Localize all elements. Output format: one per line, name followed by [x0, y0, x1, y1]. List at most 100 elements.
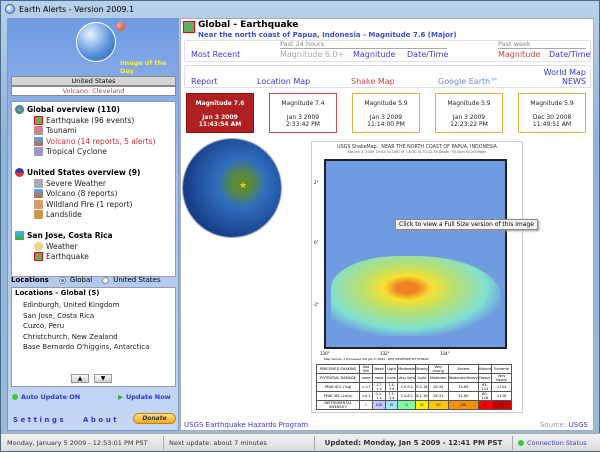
- connection-status[interactable]: Connection Status: [513, 439, 587, 447]
- list-item-landslide[interactable]: Landslide: [15, 210, 172, 221]
- donate-button[interactable]: Donate: [133, 413, 176, 424]
- alert-dot-icon: [116, 22, 125, 31]
- intensity-cell: VIII: [447, 400, 479, 410]
- intensity-cell: IX: [477, 400, 493, 410]
- region-header: United States: [11, 76, 176, 86]
- us-overview-header[interactable]: United States overview (9): [15, 167, 172, 178]
- intensity-cell: 60-116: [477, 391, 493, 401]
- intensity-cell: II-III: [372, 400, 386, 410]
- window-title: Earth Alerts - Version 2009.1: [19, 4, 135, 14]
- filter-panel: Most Recent Past 24 hours Magnitude 6.0+…: [184, 40, 591, 62]
- list-item-wildland-fire[interactable]: Wildland Fire (1 report): [15, 199, 172, 210]
- intensity-cell: 3.9-9.2: [397, 382, 417, 392]
- location-item[interactable]: Christchurch, New Zealand: [15, 332, 172, 343]
- list-item-volcano[interactable]: Volcano (14 reports, 5 alerts): [15, 136, 172, 147]
- shakemap-info: Sat Jan 3, 2009 19:43:54 GMT M 7.6 S0.51…: [347, 150, 487, 154]
- list-item-us-volcano[interactable]: Volcano (8 reports): [15, 189, 172, 200]
- status-bar: Monday, January 5 2009 - 12:53:01 PM PST…: [1, 433, 600, 451]
- clock-text: Monday, January 5 2009 - 12:53:01 PM PST: [7, 438, 148, 447]
- intensity-cell: Light: [415, 373, 429, 383]
- list-item-weather[interactable]: Weather: [15, 241, 172, 252]
- cyclone-icon: [34, 147, 43, 157]
- list-item-local-earthquake[interactable]: Earthquake: [15, 252, 172, 263]
- list-item-earthquake[interactable]: Earthquake (96 events): [15, 115, 172, 126]
- intensity-cell: 34-65: [447, 382, 479, 392]
- intensity-cell: I: [359, 400, 374, 410]
- quake-card[interactable]: Magnitude 7.4 Jan 3 2009 2:33:42 PM: [269, 93, 337, 133]
- shake-map-link[interactable]: Shake Map: [351, 77, 395, 86]
- move-down-button[interactable]: ▼: [94, 374, 112, 383]
- google-earth-link[interactable]: Google Earth™: [438, 77, 498, 86]
- location-item[interactable]: Cuzco, Peru: [15, 321, 172, 332]
- locations-scope: Locations Global United States: [11, 276, 161, 284]
- intensity-row-label: PEAK VEL.(cm/s): [315, 391, 361, 401]
- featured-alert[interactable]: Volcano: Cleveland: [11, 86, 176, 96]
- local-header[interactable]: San Jose, Costa Rica: [15, 230, 172, 241]
- landslide-icon: [34, 210, 43, 220]
- location-globe[interactable]: ★: [183, 139, 281, 237]
- location-map-link[interactable]: Location Map: [257, 77, 310, 86]
- intensity-cell: X+: [491, 400, 512, 410]
- global-overview-header[interactable]: Global overview (110): [15, 104, 172, 115]
- intensity-cell: >124: [491, 382, 512, 392]
- volcano-icon: [34, 189, 43, 199]
- image-of-day-link[interactable]: Image of the Day: [120, 59, 178, 75]
- updated-text: Updated: Monday, Jan 5 2009 - 12:41 PM P…: [324, 438, 503, 447]
- intensity-cell: Very Heavy: [491, 373, 512, 383]
- usgs-hazards-link[interactable]: USGS Earthquake Hazards Program: [184, 421, 308, 429]
- intensity-cell: 0.1-1.1: [372, 391, 386, 401]
- intensity-cell: .17-1.4: [372, 382, 386, 392]
- intensity-cell: VII: [427, 400, 449, 410]
- radio-united-states[interactable]: [102, 276, 110, 284]
- volcano-icon: [34, 136, 43, 146]
- past-24-hours-label: Past 24 hours: [280, 40, 447, 49]
- auto-update-toggle[interactable]: Auto Update ON: [12, 393, 80, 401]
- shakemap-image[interactable]: USGS ShakeMap : NEAR THE NORTH COAST OF …: [311, 141, 523, 413]
- earthquake-icon: [34, 252, 43, 262]
- location-item[interactable]: Edinburgh, United Kingdom: [15, 300, 172, 311]
- about-button[interactable]: About: [83, 416, 119, 424]
- intensity-scale-table: PERCEIVED SHAKING Not felt Weak Light Modera…: [315, 364, 512, 410]
- intensity-cell: 9.2-18: [415, 382, 429, 392]
- news-link[interactable]: NEWS: [562, 77, 586, 86]
- settings-button[interactable]: Settings: [13, 416, 66, 424]
- source-usgs-link[interactable]: USGS: [569, 421, 588, 429]
- radio-global[interactable]: [58, 276, 66, 284]
- intensity-cell: <0.1: [359, 391, 374, 401]
- quake-card[interactable]: Magnitude 5.9 Dec 30 2008 11:49:51 AM: [518, 93, 586, 133]
- list-item-tropical-cyclone[interactable]: Tropical Cyclone: [15, 147, 172, 158]
- update-now-button[interactable]: ▶ Update Now: [118, 393, 171, 401]
- list-item-tsunami[interactable]: Tsunami: [15, 126, 172, 137]
- earthquake-icon: [183, 21, 195, 33]
- epicenter-star-icon: ★: [239, 181, 248, 191]
- intensity-cell: Extreme: [491, 364, 512, 374]
- week-datetime-link[interactable]: Date/Time: [549, 50, 590, 59]
- intensity-cell: none: [384, 373, 399, 383]
- intensity-cell: Moderate/Heavy: [447, 373, 479, 383]
- intensity-cell: VI: [415, 400, 429, 410]
- quake-card[interactable]: Magnitude 5.9 Jan 3 2009 12:23:22 PM: [435, 93, 503, 133]
- location-item[interactable]: San Jose, Costa Rica: [15, 311, 172, 322]
- list-item-severe-weather[interactable]: Severe Weather: [15, 178, 172, 189]
- week-magnitude-link[interactable]: Magnitude: [498, 50, 540, 59]
- quake-card[interactable]: Magnitude 5.9 Jan 3 2009 11:14:00 PM: [352, 93, 420, 133]
- intensity-cell: >116: [491, 391, 512, 401]
- past24-magnitude-link[interactable]: Magnitude: [353, 50, 395, 59]
- image-of-day-globe-icon[interactable]: [76, 22, 116, 62]
- move-up-button[interactable]: ▲: [71, 374, 89, 383]
- locations-list: Locations - Global (5) Edinburgh, United…: [11, 287, 176, 387]
- shake-intensity-land: [331, 256, 501, 336]
- most-recent-link[interactable]: Most Recent: [191, 50, 240, 59]
- location-item[interactable]: Base Bernardo O'higgins, Antarctica: [15, 342, 172, 353]
- intensity-cell: Heavy: [477, 373, 493, 383]
- quake-card-selected[interactable]: Magnitude 7.6 Jan 3 2009 11:43:54 AM: [186, 93, 254, 133]
- report-link[interactable]: Report: [191, 77, 218, 86]
- past24-datetime-link[interactable]: Date/Time: [407, 50, 448, 59]
- intensity-cell: IV: [384, 400, 399, 410]
- intensity-row: PERCEIVED SHAKING Not felt Weak Light Modera…: [315, 364, 512, 374]
- intensity-cell: Severe: [447, 364, 479, 374]
- intensity-cell: Very light: [397, 373, 417, 383]
- world-map-link[interactable]: World Map: [544, 68, 586, 77]
- us-flag-icon: [15, 168, 24, 177]
- intensity-row-label: PEAK ACC.(%g): [315, 382, 361, 392]
